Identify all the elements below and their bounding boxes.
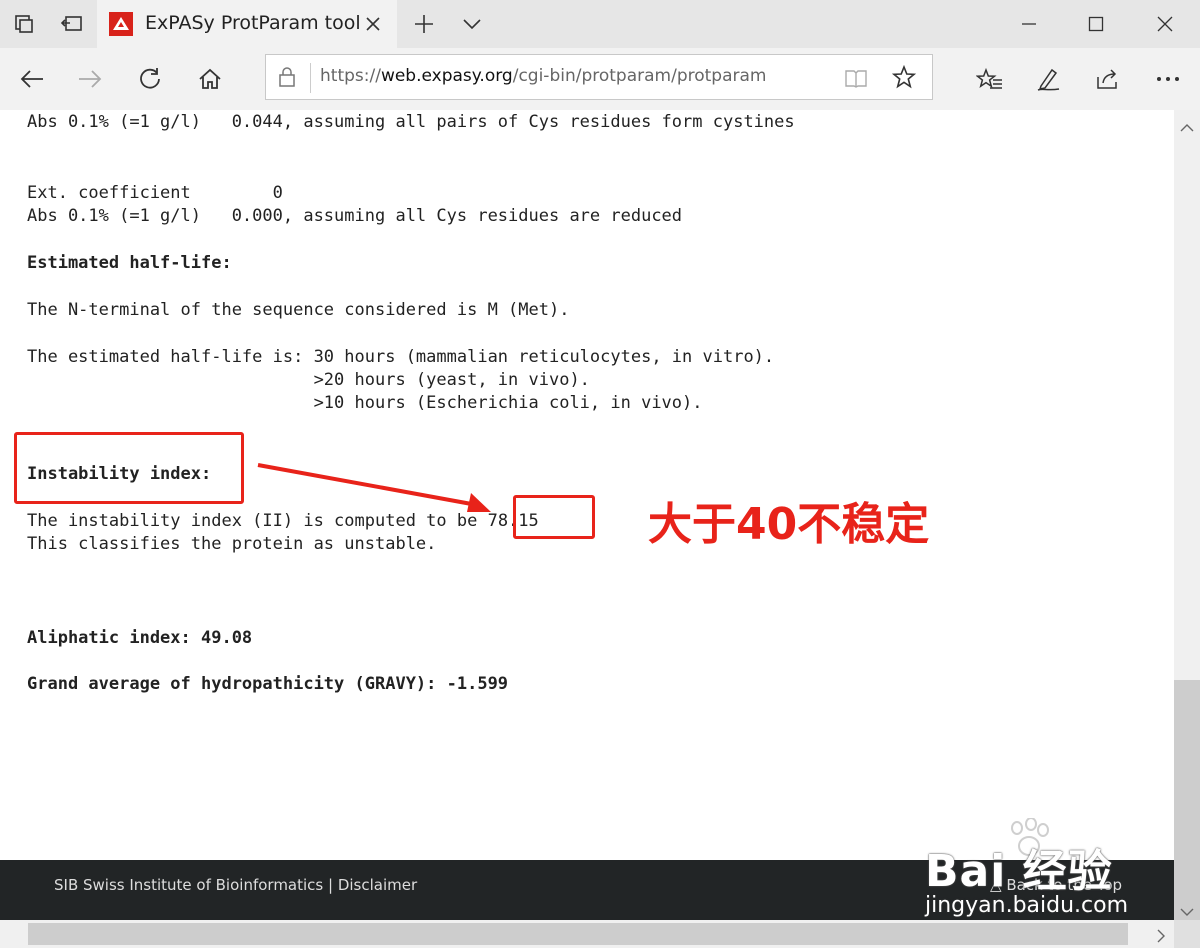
url-path: /cgi-bin/protparam/protparam — [512, 66, 767, 86]
address-separator — [310, 63, 311, 93]
footer-links[interactable]: SIB Swiss Institute of Bioinformatics | … — [54, 876, 417, 894]
annotation-text: 大于40不稳定 — [648, 499, 930, 550]
url-text[interactable]: https://web.expasy.org/cgi-bin/protparam… — [320, 66, 766, 86]
navigation-bar: https://web.expasy.org/cgi-bin/protparam… — [0, 48, 1200, 111]
home-icon[interactable] — [190, 60, 230, 98]
close-window-icon[interactable] — [1131, 0, 1199, 48]
ext-coefficient-line: Ext. coefficient 0 — [27, 183, 283, 203]
share-icon[interactable] — [1088, 60, 1128, 98]
address-bar[interactable]: https://web.expasy.org/cgi-bin/protparam… — [265, 54, 933, 100]
half-life-line-1: The estimated half-life is: 30 hours (ma… — [27, 347, 775, 367]
scroll-right-icon[interactable] — [1156, 928, 1166, 947]
tab-bar: ExPASy ProtParam tool — [0, 0, 1200, 48]
tab-actions-icon[interactable] — [0, 0, 48, 48]
url-domain: web.expasy.org — [380, 66, 513, 86]
minimize-icon[interactable] — [995, 0, 1063, 48]
back-arrow-icon[interactable] — [12, 60, 52, 98]
reading-view-icon[interactable] — [844, 67, 868, 93]
vertical-scroll-thumb[interactable] — [1174, 680, 1200, 920]
horizontal-scrollbar[interactable] — [0, 920, 1174, 948]
abs-reduced-line: Abs 0.1% (=1 g/l) 0.000, assuming all Cy… — [27, 206, 683, 226]
gravy-line: Grand average of hydropathicity (GRAVY):… — [27, 674, 509, 694]
new-tab-icon[interactable] — [400, 0, 448, 48]
lock-icon[interactable] — [278, 66, 296, 92]
aliphatic-index-line: Aliphatic index: 49.08 — [27, 628, 253, 648]
tab-title: ExPASy ProtParam tool — [145, 12, 361, 34]
annotation-arrow — [257, 463, 491, 512]
half-life-line-2: >20 hours (yeast, in vivo). — [27, 370, 590, 390]
instability-heading-highlight-box — [14, 432, 244, 504]
refresh-icon[interactable] — [130, 60, 170, 98]
instability-line-2: This classifies the protein as unstable. — [27, 534, 437, 554]
web-note-pen-icon[interactable] — [1028, 60, 1068, 98]
close-tab-icon[interactable] — [361, 12, 385, 36]
forward-arrow-icon[interactable] — [70, 60, 110, 98]
expasy-favicon-icon — [109, 12, 133, 36]
more-options-icon[interactable] — [1148, 60, 1188, 98]
abs-cystines-line: Abs 0.1% (=1 g/l) 0.044, assuming all pa… — [27, 112, 795, 132]
scrollbar-corner — [1174, 920, 1200, 948]
favorite-star-icon[interactable] — [891, 64, 917, 93]
half-life-line-3: >10 hours (Escherichia coli, in vivo). — [27, 393, 703, 413]
scroll-up-icon[interactable] — [1180, 118, 1194, 137]
favorites-hub-icon[interactable] — [970, 60, 1010, 98]
maximize-icon[interactable] — [1062, 0, 1130, 48]
instability-value-highlight-box — [513, 495, 595, 539]
vertical-scrollbar[interactable] — [1174, 110, 1200, 920]
url-prefix: https:// — [320, 66, 381, 86]
set-tabs-aside-icon[interactable] — [48, 0, 96, 48]
horizontal-scroll-thumb[interactable] — [28, 923, 1128, 945]
n-terminal-line: The N-terminal of the sequence considere… — [27, 300, 570, 320]
tab-list-chevron-down-icon[interactable] — [448, 0, 496, 48]
half-life-heading: Estimated half-life: — [27, 253, 232, 273]
baidu-site-watermark: jingyan.baidu.com — [925, 893, 1129, 918]
baidu-jingyan-watermark: Bai 经验 — [925, 846, 1113, 897]
scroll-down-icon[interactable] — [1180, 902, 1194, 921]
tab-expasy[interactable]: ExPASy ProtParam tool — [97, 0, 397, 48]
